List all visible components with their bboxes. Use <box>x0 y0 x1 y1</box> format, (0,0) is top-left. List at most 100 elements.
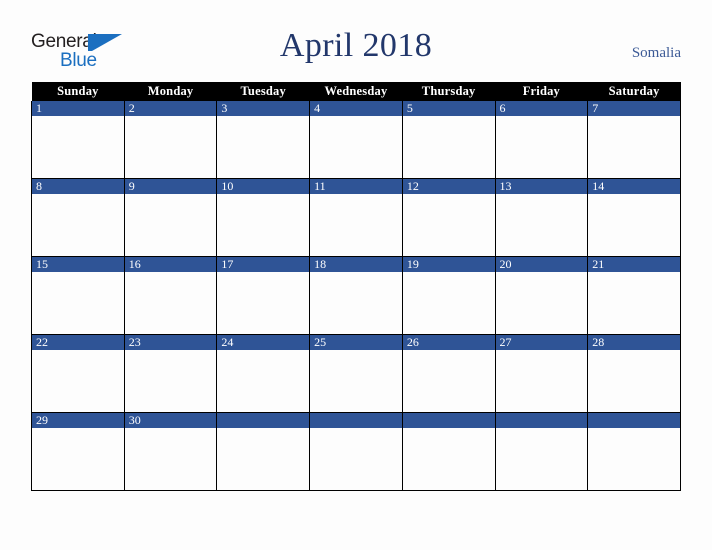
day-note-area[interactable] <box>32 350 124 412</box>
calendar-day-cell[interactable]: 1 <box>31 101 125 179</box>
day-number <box>402 413 495 428</box>
calendar-day-cell[interactable]: 20 <box>494 256 589 335</box>
day-note-area[interactable] <box>496 116 588 178</box>
day-note-area[interactable] <box>125 272 217 334</box>
day-note-area[interactable] <box>588 350 680 412</box>
calendar-day-cell[interactable]: 22 <box>31 334 125 413</box>
day-number: 28 <box>588 335 680 350</box>
day-number: 12 <box>402 179 495 194</box>
calendar-day-cell[interactable]: 6 <box>494 101 589 179</box>
calendar-day-cell[interactable]: 15 <box>31 256 125 335</box>
day-note-area[interactable] <box>588 116 680 178</box>
day-note-area[interactable] <box>403 350 495 412</box>
day-note-area[interactable] <box>125 116 217 178</box>
calendar-day-cell[interactable]: 3 <box>216 101 311 179</box>
calendar-day-cell[interactable]: 29 <box>31 412 125 491</box>
day-note-area[interactable] <box>32 116 124 178</box>
weekday-header-thursday: Thursday <box>402 82 496 101</box>
day-note-area[interactable] <box>588 428 680 490</box>
calendar-day-cell[interactable]: 14 <box>587 178 681 257</box>
day-note-area[interactable] <box>588 194 680 256</box>
calendar-day-cell[interactable]: 21 <box>587 256 681 335</box>
calendar-day-cell[interactable]: 4 <box>309 101 403 179</box>
calendar-day-cell[interactable]: 10 <box>216 178 311 257</box>
day-number <box>310 413 402 428</box>
calendar-day-cell-empty[interactable] <box>494 412 589 491</box>
day-number: 26 <box>402 335 495 350</box>
calendar-day-cell[interactable]: 2 <box>123 101 218 179</box>
day-note-area[interactable] <box>496 350 588 412</box>
day-note-area[interactable] <box>32 428 124 490</box>
day-note-area[interactable] <box>310 116 402 178</box>
day-note-area[interactable] <box>310 272 402 334</box>
calendar-table: Sunday Monday Tuesday Wednesday Thursday… <box>31 82 681 491</box>
calendar-week-row: 29 30 <box>31 412 681 491</box>
calendar-day-cell[interactable]: 24 <box>216 334 311 413</box>
calendar-day-cell[interactable]: 8 <box>31 178 125 257</box>
day-note-area[interactable] <box>496 272 588 334</box>
day-note-area[interactable] <box>588 272 680 334</box>
calendar-day-cell-empty[interactable] <box>587 412 681 491</box>
day-note-area[interactable] <box>32 194 124 256</box>
day-note-area[interactable] <box>403 194 495 256</box>
weekday-header-tuesday: Tuesday <box>216 82 310 101</box>
day-note-area[interactable] <box>403 116 495 178</box>
calendar-week-row: 22 23 24 25 26 27 28 <box>31 334 681 413</box>
calendar-day-cell[interactable]: 13 <box>494 178 589 257</box>
calendar-day-cell[interactable]: 12 <box>401 178 496 257</box>
day-number: 15 <box>32 257 124 272</box>
day-number: 30 <box>124 413 217 428</box>
day-note-area[interactable] <box>125 194 217 256</box>
calendar-day-cell[interactable]: 16 <box>123 256 218 335</box>
day-note-area[interactable] <box>217 272 309 334</box>
calendar-day-cell[interactable]: 18 <box>309 256 403 335</box>
day-number <box>588 413 680 428</box>
weekday-header-sunday: Sunday <box>31 82 125 101</box>
calendar-day-cell-empty[interactable] <box>401 412 496 491</box>
day-note-area[interactable] <box>403 428 495 490</box>
day-note-area[interactable] <box>403 272 495 334</box>
day-note-area[interactable] <box>310 350 402 412</box>
calendar-day-cell[interactable]: 30 <box>123 412 218 491</box>
calendar-day-cell[interactable]: 11 <box>309 178 403 257</box>
day-note-area[interactable] <box>217 194 309 256</box>
weekday-header-wednesday: Wednesday <box>309 82 403 101</box>
calendar-day-cell[interactable]: 25 <box>309 334 403 413</box>
calendar-day-cell[interactable]: 28 <box>587 334 681 413</box>
day-note-area[interactable] <box>496 194 588 256</box>
calendar-day-cell-empty[interactable] <box>309 412 403 491</box>
weekday-header-monday: Monday <box>124 82 217 101</box>
day-number: 20 <box>495 257 588 272</box>
day-number <box>217 413 310 428</box>
page-title: April 2018 <box>279 27 433 64</box>
calendar-day-cell-empty[interactable] <box>216 412 311 491</box>
day-number: 14 <box>588 179 680 194</box>
calendar-day-cell[interactable]: 19 <box>401 256 496 335</box>
day-number: 11 <box>310 179 402 194</box>
day-note-area[interactable] <box>496 428 588 490</box>
day-note-area[interactable] <box>32 272 124 334</box>
calendar-day-cell[interactable]: 9 <box>123 178 218 257</box>
day-number: 10 <box>217 179 310 194</box>
day-note-area[interactable] <box>125 350 217 412</box>
day-number: 29 <box>32 413 124 428</box>
day-number: 24 <box>217 335 310 350</box>
day-note-area[interactable] <box>310 428 402 490</box>
weekday-header-saturday: Saturday <box>587 82 681 101</box>
day-number: 18 <box>310 257 402 272</box>
calendar-week-row: 15 16 17 18 19 20 21 <box>31 256 681 335</box>
calendar-day-cell[interactable]: 7 <box>587 101 681 179</box>
calendar-day-cell[interactable]: 5 <box>401 101 496 179</box>
day-number: 8 <box>32 179 124 194</box>
day-note-area[interactable] <box>310 194 402 256</box>
day-number: 2 <box>124 101 217 116</box>
calendar-day-cell[interactable]: 27 <box>494 334 589 413</box>
day-note-area[interactable] <box>217 428 309 490</box>
day-note-area[interactable] <box>217 116 309 178</box>
day-number: 9 <box>124 179 217 194</box>
day-note-area[interactable] <box>217 350 309 412</box>
calendar-day-cell[interactable]: 23 <box>123 334 218 413</box>
calendar-day-cell[interactable]: 26 <box>401 334 496 413</box>
calendar-day-cell[interactable]: 17 <box>216 256 311 335</box>
day-note-area[interactable] <box>125 428 217 490</box>
